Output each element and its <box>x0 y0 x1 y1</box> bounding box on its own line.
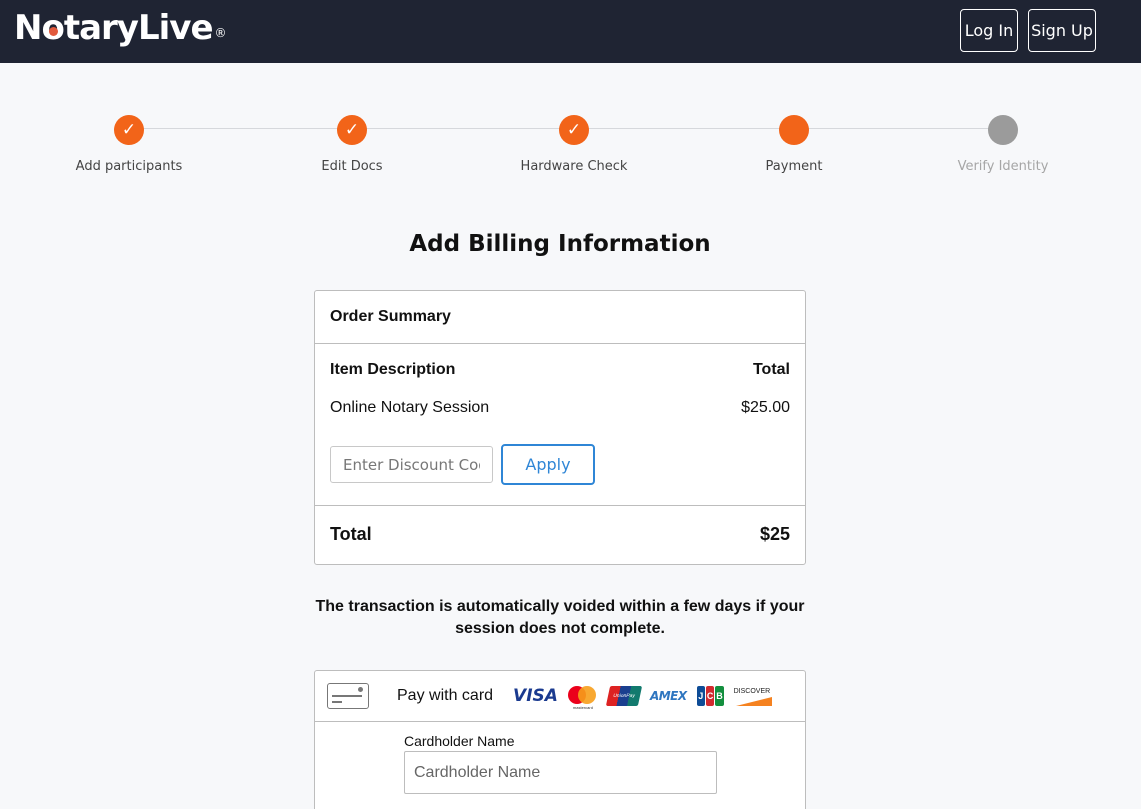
pay-with-card-label: Pay with card <box>397 687 494 704</box>
step-check-icon: ✓ <box>114 115 144 145</box>
order-table-header: Item Description Total <box>330 361 790 379</box>
notarylive-logo[interactable]: NotaryLive ® <box>14 8 227 48</box>
step-label: Hardware Check <box>520 159 628 174</box>
step-check-icon: ✓ <box>337 115 367 145</box>
order-line-item: Online Notary Session $25.00 <box>330 399 790 417</box>
discount-code-input[interactable] <box>330 446 493 483</box>
total-value: $25 <box>759 524 790 544</box>
cardholder-name-input[interactable] <box>404 751 717 794</box>
item-name: Online Notary Session <box>330 399 490 416</box>
progress-stepper: ✓ Add participants ✓ Edit Docs ✓ Hardwar… <box>0 100 1141 190</box>
unionpay-logo-icon: UnionPay <box>605 686 643 706</box>
logo-text: NotaryLive <box>14 8 213 48</box>
discover-logo-icon: DISCOVER <box>734 686 772 706</box>
step-pending-indicator <box>988 115 1018 145</box>
step-current-indicator <box>779 115 809 145</box>
discount-row: Apply <box>330 444 595 485</box>
step-check-icon: ✓ <box>559 115 589 145</box>
step-label: Add participants <box>75 159 183 174</box>
jcb-letter: J <box>696 686 705 706</box>
step-add-participants: ✓ Add participants <box>49 115 209 174</box>
step-label: Edit Docs <box>321 159 383 174</box>
visa-logo-icon: VISA <box>513 686 558 706</box>
top-navbar: NotaryLive ® Log In Sign Up <box>0 0 1141 63</box>
pay-with-card-header[interactable]: Pay with card VISA mastercard UnionPay A… <box>315 671 805 722</box>
mastercard-text: mastercard <box>572 705 593 710</box>
item-price: $25.00 <box>741 399 790 416</box>
card-brands: VISA mastercard UnionPay AMEX J C B DISC… <box>513 686 772 710</box>
total-label: Total <box>330 524 372 544</box>
discover-text: DISCOVER <box>733 688 771 695</box>
void-notice: The transaction is automatically voided … <box>315 598 805 637</box>
jcb-letter: C <box>705 686 715 706</box>
step-label: Verify Identity <box>957 159 1049 174</box>
step-verify-identity: Verify Identity <box>923 115 1083 174</box>
jcb-logo-icon: J C B <box>696 686 724 706</box>
logo-seal-icon: o <box>41 8 64 48</box>
payment-card: Pay with card VISA mastercard UnionPay A… <box>314 670 806 809</box>
step-edit-docs: ✓ Edit Docs <box>272 115 432 174</box>
order-summary-title: Order Summary <box>315 291 805 344</box>
order-summary-card: Order Summary Item Description Total Onl… <box>314 290 806 565</box>
mastercard-logo-icon: mastercard <box>567 686 598 710</box>
step-hardware-check: ✓ Hardware Check <box>494 115 654 174</box>
step-label: Payment <box>765 159 823 174</box>
order-summary-body: Item Description Total Online Notary Ses… <box>315 344 805 506</box>
registered-mark: ® <box>214 26 227 40</box>
cardholder-name-label: Cardholder Name <box>404 733 515 749</box>
apply-discount-button[interactable]: Apply <box>501 444 595 485</box>
col-item-description: Item Description <box>330 361 456 378</box>
amex-logo-icon: AMEX <box>649 689 687 703</box>
jcb-letter: B <box>715 686 724 706</box>
signup-button[interactable]: Sign Up <box>1028 9 1096 52</box>
order-total-row: Total $25 <box>315 506 805 563</box>
login-button[interactable]: Log In <box>960 9 1018 52</box>
credit-card-icon <box>327 683 369 709</box>
page-title: Add Billing Information <box>409 231 711 257</box>
step-payment: Payment <box>714 115 874 174</box>
col-total: Total <box>752 361 790 378</box>
